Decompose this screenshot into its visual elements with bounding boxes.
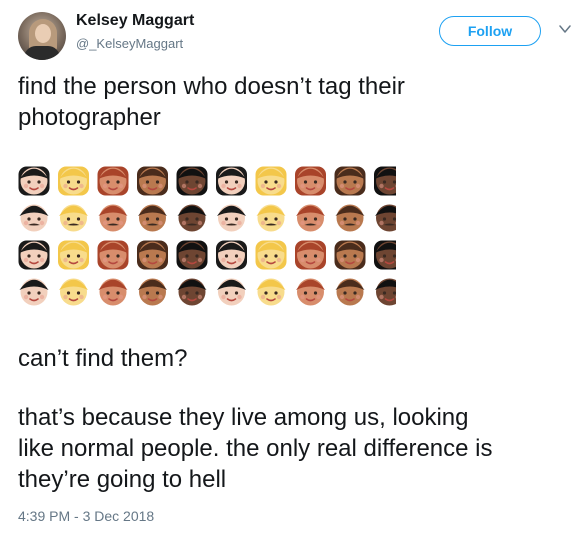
emoji-woman-face: [216, 166, 247, 196]
emoji-woman-long-hair-face: [216, 240, 247, 270]
emoji-woman-face: [137, 166, 168, 196]
emoji-man-mustache-face: [19, 204, 49, 232]
emoji-boy-face: [217, 278, 246, 306]
emoji-woman-long-hair-face: [255, 240, 287, 270]
emoji-boy-face: [98, 278, 128, 306]
emoji-woman-face: [374, 166, 396, 196]
avatar[interactable]: [18, 12, 66, 60]
emoji-boy-face: [177, 278, 207, 306]
emoji-boy-face: [59, 278, 88, 306]
avatar-face: [35, 24, 51, 43]
follow-button[interactable]: Follow: [439, 16, 541, 46]
emoji-woman-face: [58, 166, 89, 196]
emoji-man-mustache-face: [375, 204, 396, 232]
emoji-boy-face: [138, 278, 167, 306]
emoji-man-mustache-face: [335, 204, 365, 232]
emoji-woman-long-hair-face: [176, 240, 208, 270]
emoji-boy-face: [335, 278, 365, 306]
emoji-woman-long-hair-face: [97, 240, 129, 270]
emoji-woman-face: [18, 166, 50, 196]
emoji-man-mustache-face: [98, 204, 128, 232]
tweet-text-punchline: that’s because they live among us, looki…: [18, 404, 493, 493]
chevron-down-icon[interactable]: [558, 22, 572, 36]
emoji-boy-face: [256, 278, 286, 306]
avatar-shirt: [24, 46, 60, 60]
emoji-boy-face: [375, 278, 396, 306]
emoji-woman-face: [255, 166, 287, 196]
emoji-grid: [18, 166, 396, 306]
emoji-woman-long-hair-face: [18, 240, 50, 270]
emoji-woman-face: [97, 166, 129, 196]
tweet-text-intro: find the person who doesn’t tag their ph…: [18, 73, 405, 131]
emoji-woman-long-hair-face: [374, 240, 396, 270]
emoji-woman-long-hair-face: [137, 240, 168, 270]
emoji-woman-face: [334, 166, 366, 196]
tweet-text-question: can’t find them?: [18, 345, 188, 372]
emoji-woman-face: [295, 166, 326, 196]
emoji-boy-face: [296, 278, 325, 306]
emoji-woman-long-hair-face: [295, 240, 326, 270]
display-name[interactable]: Kelsey Maggart: [76, 12, 194, 30]
emoji-man-mustache-face: [59, 204, 88, 232]
tweet-timestamp[interactable]: 4:39 PM - 3 Dec 2018: [18, 508, 154, 524]
emoji-woman-long-hair-face: [58, 240, 89, 270]
emoji-woman-face: [176, 166, 208, 196]
emoji-man-mustache-face: [217, 204, 246, 232]
emoji-man-mustache-face: [296, 204, 325, 232]
emoji-man-mustache-face: [256, 204, 286, 232]
emoji-man-mustache-face: [138, 204, 167, 232]
user-handle[interactable]: @_KelseyMaggart: [76, 36, 183, 51]
emoji-woman-long-hair-face: [334, 240, 366, 270]
emoji-man-mustache-face: [177, 204, 207, 232]
tweet-card: Kelsey Maggart @_KelseyMaggart Follow fi…: [0, 0, 585, 538]
emoji-boy-face: [19, 278, 49, 306]
